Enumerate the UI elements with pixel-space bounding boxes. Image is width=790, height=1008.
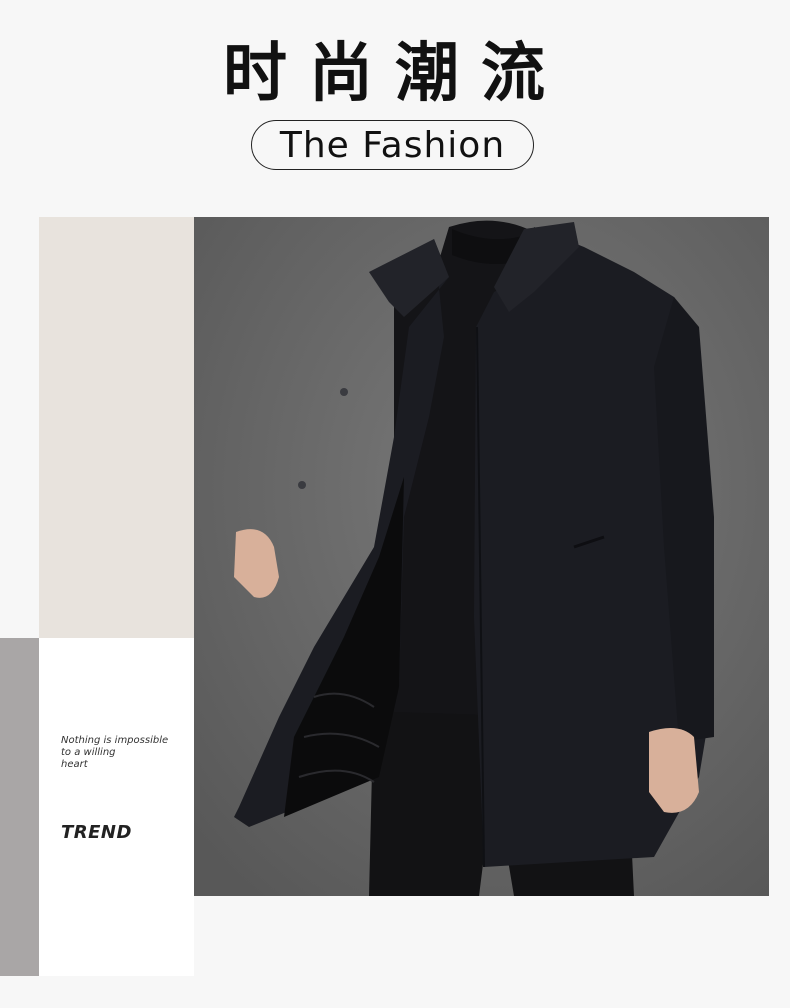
beige-decor-block: [39, 217, 194, 638]
tagline: Nothing is impossible to a willing heart: [61, 735, 191, 771]
page-title: 时尚潮流: [223, 37, 567, 111]
coat-model-illustration: [194, 217, 769, 896]
product-photo: [194, 217, 769, 896]
subtitle-text: The Fashion: [279, 124, 506, 166]
tagline-line: to a willing: [61, 747, 116, 758]
gray-decor-bar: [0, 638, 39, 976]
subtitle-pill: The Fashion: [251, 120, 534, 170]
text-panel: [39, 638, 194, 976]
tagline-line: heart: [61, 759, 88, 770]
trend-label: TREND: [61, 822, 132, 843]
tagline-line: Nothing is impossible: [61, 735, 169, 746]
